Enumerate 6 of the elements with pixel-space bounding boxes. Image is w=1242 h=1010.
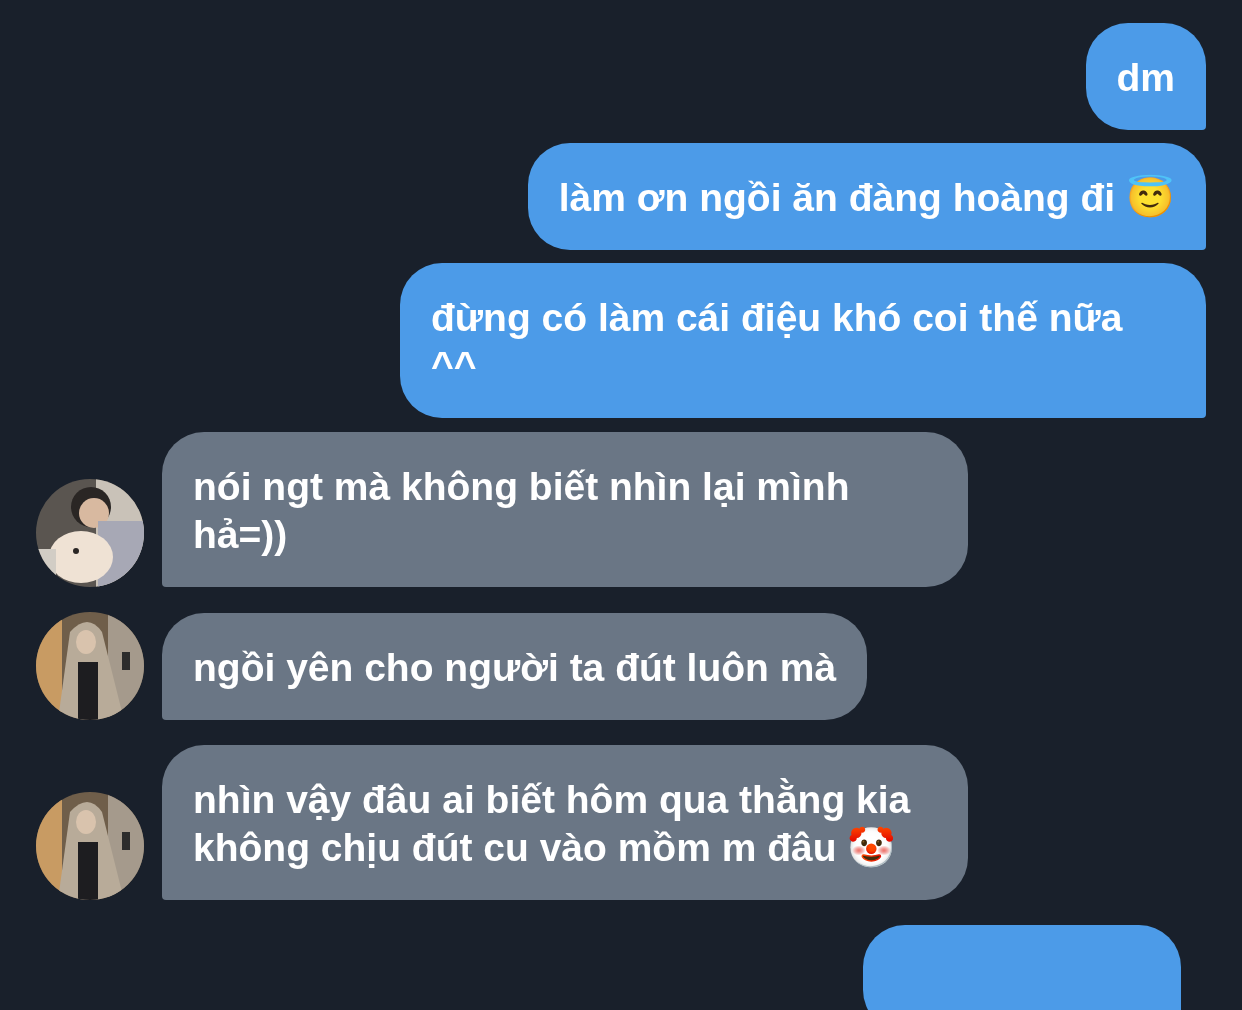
message-bubble: làm ơn ngồi ăn đàng hoàng đi 😇 [527, 143, 1206, 250]
message-bubble: nhìn vậy đâu ai biết hôm qua thằng kia không chịu đút cu vào mồm m đâu 🤡 [162, 745, 968, 900]
message-bubble: ngồi yên cho người ta đút luôn mà [162, 613, 868, 720]
message-bubble: nói ngt mà không biết nhìn lại mình hả=)) [162, 432, 968, 587]
message-bubble: đừng có làm cái điệu khó coi thế nữa ^^ [400, 263, 1206, 418]
message-bubble: dm [1085, 23, 1206, 130]
